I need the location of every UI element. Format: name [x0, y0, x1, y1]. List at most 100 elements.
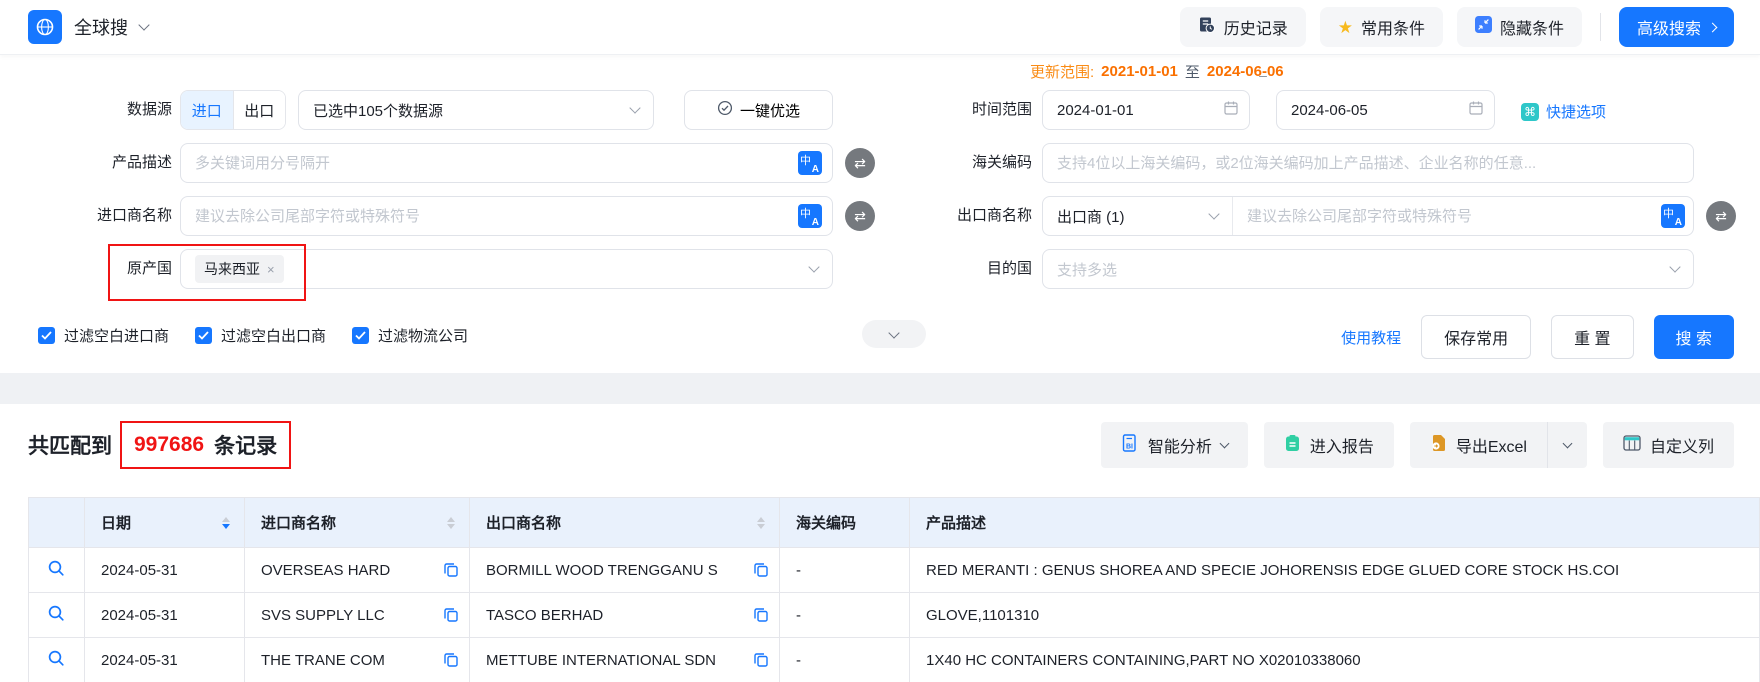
- product-desc-field[interactable]: 中A: [180, 143, 833, 183]
- origin-country-tag: 马来西亚 ×: [195, 255, 284, 283]
- copy-icon[interactable]: [753, 652, 769, 668]
- date-end-field[interactable]: [1276, 90, 1495, 130]
- cell-exporter: TASCO BERHAD: [470, 593, 780, 638]
- origin-country-select[interactable]: 马来西亚 ×: [180, 249, 833, 289]
- cell-importer: THE TRANE COM: [245, 638, 470, 682]
- favorites-button[interactable]: ★ 常用条件: [1320, 7, 1443, 47]
- sort-exporter[interactable]: [757, 517, 765, 529]
- advanced-search-button[interactable]: 高级搜索: [1619, 7, 1734, 47]
- chevron-down-icon: [1219, 439, 1229, 449]
- sort-date[interactable]: [222, 517, 230, 529]
- translate-icon[interactable]: 中A: [798, 204, 822, 228]
- ai-analysis-button[interactable]: BI 智能分析: [1101, 422, 1248, 468]
- history-button[interactable]: 历史记录: [1180, 7, 1306, 47]
- row-search-icon[interactable]: [47, 649, 66, 668]
- one-click-optimize-button[interactable]: 一键优选: [684, 90, 833, 130]
- reset-button[interactable]: 重 置: [1551, 315, 1633, 359]
- checkbox-filter-blank-exporter[interactable]: 过滤空白出口商: [195, 325, 326, 346]
- copy-icon[interactable]: [443, 652, 459, 668]
- custom-columns-button[interactable]: 自定义列: [1603, 422, 1734, 468]
- global-search-page: 全球搜 历史记录 ★ 常用条件 隐藏条件 高级搜索: [0, 0, 1760, 682]
- section-gap: [0, 373, 1760, 404]
- time-range-label: 时间范围: [860, 90, 1032, 130]
- update-range-end: 2024-06-06: [1207, 63, 1284, 80]
- tab-import[interactable]: 进口: [181, 91, 233, 129]
- translate-icon[interactable]: 中A: [798, 151, 822, 175]
- collapse-icon: [1475, 16, 1492, 38]
- date-start-field[interactable]: [1042, 90, 1250, 130]
- tutorial-link[interactable]: 使用教程: [1341, 327, 1401, 348]
- hs-code-input[interactable]: [1057, 155, 1683, 172]
- table-row: 2024-05-31 THE TRANE COM METTUBE INTERNA…: [29, 638, 1760, 682]
- quick-options-link[interactable]: ⌘ 快捷选项: [1521, 101, 1606, 122]
- col-header-exporter: 出口商名称: [470, 498, 780, 548]
- collapse-panel-button[interactable]: [862, 320, 926, 348]
- table-header-row: 日期 进口商名称 出口商名称 海关编码 产品描述: [29, 498, 1760, 548]
- checkbox-filter-logistics[interactable]: 过滤物流公司: [352, 325, 468, 346]
- enter-report-button[interactable]: 进入报告: [1264, 422, 1394, 468]
- svg-text:BI: BI: [1126, 443, 1133, 450]
- exporter-type-select[interactable]: 出口商 (1): [1043, 197, 1233, 235]
- checked-checkbox-icon: [195, 327, 212, 344]
- exporter-input[interactable]: [1233, 208, 1661, 225]
- remove-tag-icon[interactable]: ×: [267, 262, 275, 277]
- export-excel-button[interactable]: 导出Excel: [1410, 422, 1547, 468]
- cell-date: 2024-05-31: [85, 593, 245, 638]
- copy-icon[interactable]: [443, 607, 459, 623]
- product-desc-input[interactable]: [195, 155, 798, 172]
- export-options-button[interactable]: [1547, 422, 1587, 468]
- command-icon: ⌘: [1521, 103, 1539, 121]
- import-export-toggle: 进口 出口: [180, 90, 286, 130]
- chevron-down-icon[interactable]: [138, 19, 149, 30]
- cell-exporter: BORMILL WOOD TRENGGANU S: [470, 548, 780, 593]
- exporter-label: 出口商名称: [860, 196, 1032, 236]
- cell-product-desc: 1X40 HC CONTAINERS CONTAINING,PART NO X0…: [910, 638, 1760, 682]
- date-end-input[interactable]: [1291, 102, 1468, 119]
- hs-code-label: 海关编码: [860, 143, 1032, 183]
- hide-conditions-button[interactable]: 隐藏条件: [1457, 7, 1582, 47]
- cell-date: 2024-05-31: [85, 548, 245, 593]
- calendar-icon: [1223, 100, 1239, 121]
- results-table: 日期 进口商名称 出口商名称 海关编码 产品描述 2024-05-31 OVER…: [28, 497, 1760, 682]
- table-row: 2024-05-31 OVERSEAS HARD BORMILL WOOD TR…: [29, 548, 1760, 593]
- star-icon: ★: [1338, 19, 1353, 36]
- dest-country-select[interactable]: 支持多选: [1042, 249, 1694, 289]
- chevron-down-icon: [629, 102, 640, 113]
- annotation-red-box-count: 997686 条记录: [120, 421, 291, 469]
- save-common-button[interactable]: 保存常用: [1421, 315, 1531, 359]
- chevron-right-icon: [1708, 22, 1718, 32]
- brand[interactable]: 全球搜: [28, 10, 148, 44]
- cell-hscode: -: [780, 548, 910, 593]
- importer-field[interactable]: 中A: [180, 196, 833, 236]
- tab-export[interactable]: 出口: [233, 91, 286, 129]
- row-search-icon[interactable]: [47, 604, 66, 623]
- importer-input[interactable]: [195, 208, 798, 225]
- table-row: 2024-05-31 SVS SUPPLY LLC TASCO BERHAD -…: [29, 593, 1760, 638]
- search-button[interactable]: 搜 索: [1654, 315, 1734, 359]
- translate-icon[interactable]: 中A: [1661, 204, 1685, 228]
- clipboard-icon: [1284, 434, 1301, 457]
- data-source-label: 数据源: [0, 90, 172, 130]
- origin-country-label: 原产国: [0, 249, 172, 289]
- check-circle-icon: [717, 100, 733, 120]
- export-doc-icon: [1430, 434, 1447, 457]
- col-header-hscode: 海关编码: [780, 498, 910, 548]
- date-range-dash: –: [1255, 55, 1271, 95]
- exporter-field-group: 出口商 (1) 中A: [1042, 196, 1694, 236]
- hs-code-field[interactable]: [1042, 143, 1694, 183]
- date-start-input[interactable]: [1057, 102, 1223, 119]
- checkbox-filter-blank-importer[interactable]: 过滤空白进口商: [38, 325, 169, 346]
- row-search-icon[interactable]: [47, 559, 66, 578]
- topbar: 全球搜 历史记录 ★ 常用条件 隐藏条件 高级搜索: [0, 0, 1760, 55]
- search-column-header: [29, 498, 85, 548]
- chevron-down-icon: [808, 261, 819, 272]
- app-title: 全球搜: [74, 14, 128, 40]
- col-header-date: 日期: [85, 498, 245, 548]
- copy-icon[interactable]: [443, 562, 459, 578]
- col-header-product-desc: 产品描述: [910, 498, 1760, 548]
- copy-icon[interactable]: [753, 562, 769, 578]
- sort-importer[interactable]: [447, 517, 455, 529]
- copy-icon[interactable]: [753, 607, 769, 623]
- exact-match-swap-icon[interactable]: ⇄: [1706, 201, 1736, 231]
- data-source-select[interactable]: 已选中105个数据源: [298, 90, 654, 130]
